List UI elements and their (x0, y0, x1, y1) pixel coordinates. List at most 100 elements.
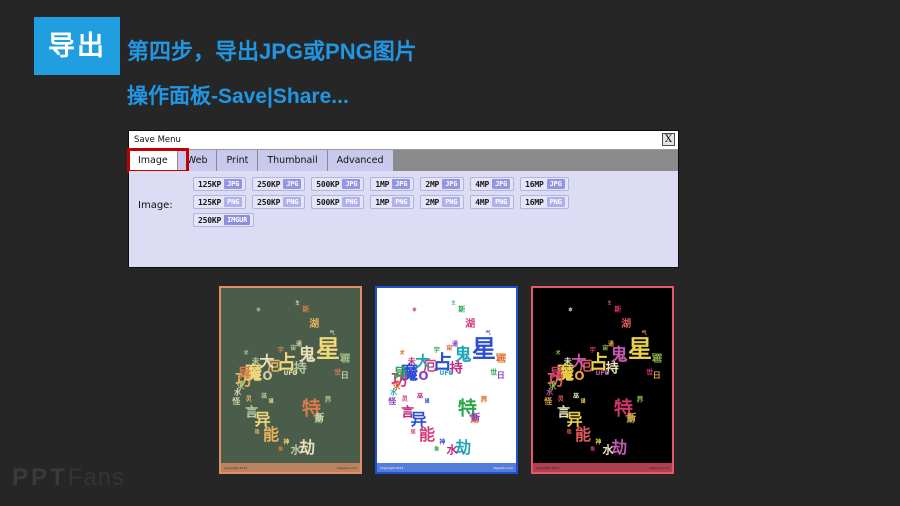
tab-web[interactable]: Web (177, 150, 218, 171)
thumbnail-wordcloud-dark-green[interactable]: 星湖斯脚日鬼持占厄世界 UFO 大未魔功异求怪水言异能特湖断劫水神灵宇宙通 UFO 巫谜… (219, 286, 362, 474)
export-button-row: 125KP JPG 250KP JPG 500KP JPG 1MP JPG 2MP JPG 4MP J… (193, 177, 569, 191)
export-button-2mp-jpg[interactable]: 2MP JPG (420, 177, 465, 191)
wordcloud-word: 异 (550, 366, 564, 382)
wordcloud-word: 命 (256, 307, 261, 313)
wordcloud-word: 宇 (589, 346, 596, 354)
wordcloud-word: 界 (324, 395, 332, 404)
wordcloud-word: 生 (295, 299, 300, 305)
thumbnail-wordcloud-black[interactable]: 星湖斯脚日鬼持占厄世界 UFO 大未魔功异求怪水言异能特湖断劫水神灵宇宙通 UFO 巫谜… (531, 286, 674, 474)
thumbnail-footer: Copyright 2014 tagxedo.com (377, 463, 516, 472)
wordcloud-word: UFO (439, 370, 454, 378)
wordcloud-canvas: 星湖斯脚日鬼持占厄世界 UFO 大未魔功异求怪水言异能特湖断劫水神灵宇宙通 UFO 巫谜… (533, 288, 672, 472)
export-size-label: 2MP (425, 197, 440, 207)
wordcloud-word: 生 (607, 299, 612, 305)
dialog-titlebar: Save Menu X (129, 131, 678, 150)
wordcloud-word: 异 (238, 366, 252, 382)
export-button-1mp-jpg[interactable]: 1MP JPG (370, 177, 415, 191)
wordcloud-word: 象 (590, 446, 596, 453)
thumbnail-footer-left: Copyright 2014 (536, 465, 560, 470)
wordcloud-word: 术 (555, 350, 561, 357)
wordcloud-word: 水 (290, 443, 302, 457)
export-format-badge: PNG (546, 197, 565, 207)
wordcloud-word: 灵 (401, 396, 408, 404)
export-size-label: 1MP (375, 179, 390, 189)
wordcloud-word: 水 (602, 443, 614, 457)
wordcloud-word: 谜 (268, 398, 274, 405)
export-format-badge: JPG (492, 179, 511, 189)
export-format-badge: PNG (283, 197, 302, 207)
export-format-badge: JPG (442, 179, 461, 189)
export-button-2mp-png[interactable]: 2MP PNG (420, 195, 465, 209)
export-button-250kp-jpg[interactable]: 250KP JPG (252, 177, 306, 191)
wordcloud-word: 通 (607, 341, 614, 349)
thumbnail-wordcloud-white[interactable]: 星湖斯脚日鬼持占厄世界 UFO 大未魔功异求怪水言异能特湖断劫水神灵宇宙通 UFO 巫谜… (375, 286, 518, 474)
wordcloud-word: 巫 (573, 392, 580, 400)
export-button-1mp-png[interactable]: 1MP PNG (370, 195, 415, 209)
wordcloud-word: 命 (412, 307, 417, 313)
export-button-4mp-jpg[interactable]: 4MP JPG (470, 177, 515, 191)
export-button-4mp-png[interactable]: 4MP PNG (470, 195, 515, 209)
page-title: 第四步，导出JPG或PNG图片 (127, 39, 417, 64)
wordcloud-canvas: 星湖斯脚日鬼持占厄世界 UFO 大未魔功异求怪水言异能特湖断劫水神灵宇宙通 UFO 巫谜… (221, 288, 360, 472)
tab-image[interactable]: Image (129, 150, 178, 171)
export-button-125kp-jpg[interactable]: 125KP JPG (193, 177, 247, 191)
watermark-light: Fans (67, 464, 126, 491)
export-size-label: 4MP (475, 179, 490, 189)
export-size-label: 500KP (316, 197, 340, 207)
wordcloud-word: 世 (490, 368, 498, 377)
export-format-badge: JPG (546, 179, 565, 189)
wordcloud-word: 脚 (650, 352, 662, 363)
wordcloud-word: 谜 (580, 398, 586, 405)
thumbnail-footer: Copyright 2014 tagxedo.com (221, 463, 360, 472)
wordcloud-word: 界 (636, 395, 644, 404)
thumbnail-footer: Copyright 2014 tagxedo.com (533, 463, 672, 472)
wordcloud-word: 象 (434, 446, 440, 453)
export-button-row: 250KP IMGUR (193, 213, 569, 227)
export-button-250kp-png[interactable]: 250KP PNG (252, 195, 306, 209)
watermark: PPTFans (12, 464, 125, 492)
wordcloud-word: 能 (419, 425, 436, 445)
dialog-tabbar: Image Web Print Thumbnail Advanced (127, 148, 678, 173)
export-format-badge: PNG (392, 197, 411, 207)
tab-print[interactable]: Print (217, 150, 259, 171)
wordcloud-word: 异 (394, 366, 408, 382)
wordcloud-word: 世 (646, 368, 654, 377)
thumbnail-footer-right: tagxedo.com (649, 465, 670, 470)
export-size-label: 2MP (425, 179, 440, 189)
wordcloud-word: 劫 (455, 438, 472, 458)
wordcloud-word: 灵 (557, 396, 564, 404)
export-button-125kp-png[interactable]: 125KP PNG (193, 195, 247, 209)
slide-canvas: 导出 第四步，导出JPG或PNG图片 操作面板-Save|Share... Sa… (0, 0, 900, 506)
wordcloud-word: UFO (595, 370, 610, 378)
wordcloud-word: 日 (496, 371, 505, 381)
export-button-500kp-jpg[interactable]: 500KP JPG (311, 177, 365, 191)
export-format-badge: IMGUR (224, 215, 251, 225)
export-format-badge: JPG (283, 179, 302, 189)
export-button-250kp-imgur[interactable]: 250KP IMGUR (193, 213, 255, 227)
wordcloud-word: 能 (263, 425, 280, 445)
export-button-500kp-png[interactable]: 500KP PNG (311, 195, 365, 209)
wordcloud-word: 通 (451, 341, 458, 349)
image-row-label: Image: (138, 200, 173, 211)
headings-group: 第四步，导出JPG或PNG图片 操作面板-Save|Share... (127, 39, 727, 108)
export-button-16mp-jpg[interactable]: 16MP JPG (520, 177, 569, 191)
dialog-title: Save Menu (134, 135, 181, 145)
tab-thumbnail[interactable]: Thumbnail (258, 150, 328, 171)
thumbnail-footer-left: Copyright 2014 (380, 465, 404, 470)
wordcloud-word: 神 (439, 438, 446, 446)
export-size-label: 16MP (525, 179, 544, 189)
wordcloud-word: UFO (283, 370, 298, 378)
export-button-16mp-png[interactable]: 16MP PNG (520, 195, 569, 209)
tab-advanced[interactable]: Advanced (327, 150, 394, 171)
export-size-label: 250KP (198, 215, 222, 225)
wordcloud-word: 现 (566, 429, 572, 436)
export-format-badge: PNG (224, 197, 243, 207)
wordcloud-word: 水 (446, 443, 458, 457)
wordcloud-word: 断 (627, 413, 637, 424)
close-icon[interactable]: X (662, 133, 675, 146)
wordcloud-word: 气 (329, 330, 335, 337)
wordcloud-word: 神 (595, 438, 602, 446)
wordcloud-word: 断 (471, 413, 481, 424)
wordcloud-word: 脚 (338, 352, 350, 363)
wordcloud-word: 命 (568, 307, 573, 313)
